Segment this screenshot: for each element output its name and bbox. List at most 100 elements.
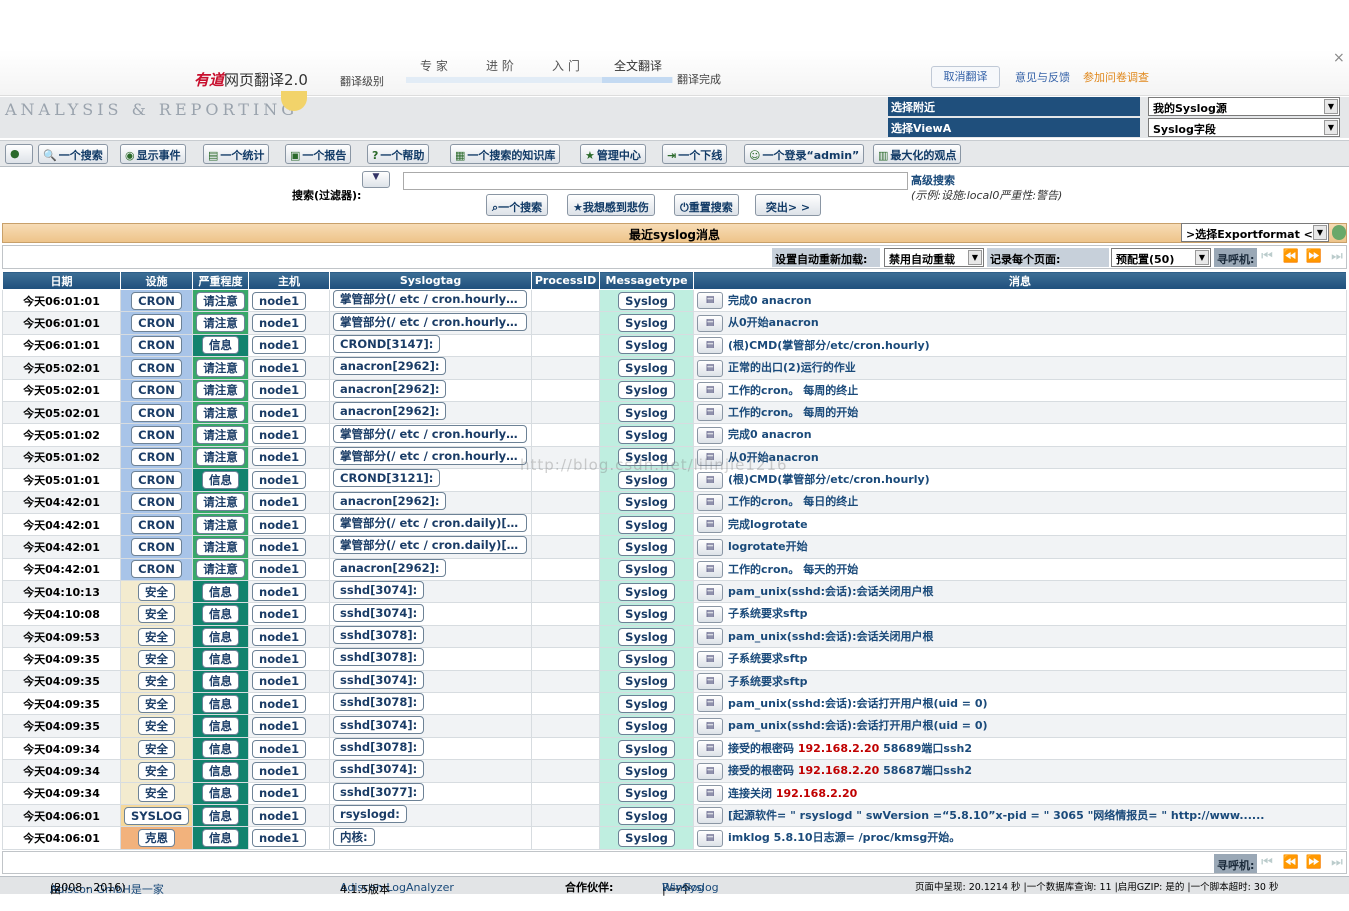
host-badge[interactable]: node1 — [252, 358, 307, 377]
export-icon[interactable] — [1332, 225, 1346, 240]
severity-badge[interactable]: 信息 — [202, 605, 240, 624]
message-text[interactable]: 接受的根密码 — [728, 764, 798, 777]
messagetype-badge[interactable]: Syslog — [618, 582, 675, 601]
host-badge[interactable]: node1 — [252, 806, 307, 825]
host-badge[interactable]: node1 — [252, 739, 307, 758]
syslogtag-badge[interactable]: sshd[3078]: — [333, 626, 425, 645]
help-button[interactable]: ? 一个帮助 — [367, 144, 430, 164]
details-icon[interactable]: ▤ — [697, 740, 724, 758]
messagetype-badge[interactable]: Syslog — [618, 537, 675, 556]
facility-badge[interactable]: CRON — [131, 470, 182, 489]
cancel-translation-button[interactable]: 取消翻译 — [931, 66, 1000, 88]
close-icon[interactable]: × — [1333, 50, 1345, 66]
message-text[interactable]: 工作的cron。 每日的终止 — [728, 495, 858, 508]
next-page-icon[interactable]: ⏩ — [1305, 854, 1323, 873]
messagetype-badge[interactable]: Syslog — [618, 649, 675, 668]
message-ip[interactable]: 192.168.2.20 — [798, 742, 879, 755]
col-severity[interactable]: 严重程度 — [192, 271, 250, 290]
syslogtag-badge[interactable]: anacron[2962]: — [333, 402, 447, 421]
host-badge[interactable]: node1 — [252, 784, 307, 803]
message-text[interactable]: imklog 5.8.10日志源= /proc/kmsg开始。 — [728, 831, 960, 844]
messagetype-badge[interactable]: Syslog — [618, 426, 675, 445]
facility-badge[interactable]: 安全 — [138, 784, 176, 803]
severity-badge[interactable]: 请注意 — [196, 403, 245, 422]
first-page-icon[interactable]: ⏮ — [1258, 248, 1276, 267]
details-icon[interactable]: ▤ — [697, 605, 724, 623]
syslogtag-badge[interactable]: anacron[2962]: — [333, 357, 447, 376]
survey-link[interactable]: 参加问卷调查 — [1083, 69, 1149, 85]
severity-badge[interactable]: 信息 — [202, 784, 240, 803]
facility-badge[interactable]: 克恩 — [138, 829, 176, 848]
syslogtag-badge[interactable]: sshd[3078]: — [333, 693, 425, 712]
details-icon[interactable]: ▤ — [697, 292, 724, 310]
search-input[interactable] — [403, 172, 908, 190]
level-expert[interactable]: 专 家 — [420, 57, 448, 74]
messagetype-badge[interactable]: Syslog — [618, 493, 675, 512]
advanced-search-link[interactable]: 高级搜索 — [911, 172, 955, 188]
next-page-icon[interactable]: ⏩ — [1305, 248, 1323, 267]
facility-badge[interactable]: 安全 — [138, 605, 176, 624]
details-icon[interactable]: ▤ — [697, 314, 724, 332]
prev-page-icon[interactable]: ⏪ — [1282, 248, 1300, 267]
facility-badge[interactable]: CRON — [131, 336, 182, 355]
message-text[interactable]: 子系统要求sftp — [728, 607, 807, 620]
severity-badge[interactable]: 请注意 — [196, 537, 245, 556]
severity-badge[interactable]: 请注意 — [196, 381, 245, 400]
messagetype-badge[interactable]: Syslog — [618, 605, 675, 624]
maximize-view-button[interactable]: ▥ 最大化的观点 — [873, 144, 962, 164]
syslogtag-badge[interactable]: sshd[3074]: — [333, 581, 425, 600]
message-text[interactable]: (根)CMD(掌管部分/etc/cron.hourly) — [728, 473, 930, 486]
col-processid[interactable]: ProcessID — [531, 271, 601, 290]
host-badge[interactable]: node1 — [252, 403, 307, 422]
host-badge[interactable]: node1 — [252, 448, 307, 467]
facility-badge[interactable]: 安全 — [138, 694, 176, 713]
facility-badge[interactable]: 安全 — [138, 672, 176, 691]
messagetype-badge[interactable]: Syslog — [618, 291, 675, 310]
col-syslogtag[interactable]: Syslogtag — [329, 271, 533, 290]
severity-badge[interactable]: 请注意 — [196, 314, 245, 333]
messagetype-badge[interactable]: Syslog — [618, 515, 675, 534]
autoreload-select[interactable]: 禁用自动重载 ▼ — [884, 248, 984, 267]
details-icon[interactable]: ▤ — [697, 717, 724, 735]
highlight-button[interactable]: 突出> > — [755, 194, 821, 216]
severity-badge[interactable]: 信息 — [202, 627, 240, 646]
facility-badge[interactable]: SYSLOG — [124, 806, 190, 825]
show-events-button[interactable]: ◉ 显示事件 — [120, 144, 186, 164]
details-icon[interactable]: ▤ — [697, 449, 724, 467]
host-badge[interactable]: node1 — [252, 426, 307, 445]
details-icon[interactable]: ▤ — [697, 493, 724, 511]
messagetype-badge[interactable]: Syslog — [618, 470, 675, 489]
host-badge[interactable]: node1 — [252, 537, 307, 556]
messagetype-badge[interactable]: Syslog — [618, 806, 675, 825]
syslogtag-badge[interactable]: anacron[2962]: — [333, 492, 447, 510]
facility-badge[interactable]: CRON — [131, 381, 182, 400]
message-text[interactable]: 完成0 anacron — [728, 428, 812, 441]
message-text[interactable]: 正常的出口(2)运行的作业 — [728, 361, 856, 374]
knowledge-base-button[interactable]: ▦ 一个搜索的知识库 — [450, 144, 561, 164]
host-badge[interactable]: node1 — [252, 336, 307, 355]
messagetype-badge[interactable]: Syslog — [618, 717, 675, 736]
prev-page-icon[interactable]: ⏪ — [1282, 854, 1300, 873]
reports-button[interactable]: ▣ 一个报告 — [285, 144, 352, 164]
col-date[interactable]: 日期 — [2, 271, 121, 290]
messagetype-badge[interactable]: Syslog — [618, 403, 675, 422]
last-page-icon[interactable]: ⏭ — [1328, 248, 1346, 267]
facility-badge[interactable]: CRON — [131, 314, 182, 333]
severity-badge[interactable]: 信息 — [202, 582, 240, 601]
syslogtag-badge[interactable]: anacron[2962]: — [333, 559, 447, 577]
message-text[interactable]: 工作的cron。 每周的终止 — [728, 384, 858, 397]
message-text[interactable]: pam_unix(sshd:会话):会话关闭用户根 — [728, 585, 933, 598]
severity-badge[interactable]: 信息 — [202, 649, 240, 668]
facility-badge[interactable]: CRON — [131, 426, 182, 445]
message-text[interactable]: 连接关闭 — [728, 787, 776, 800]
feeling-lucky-button[interactable]: ★我想感到悲伤 — [567, 194, 655, 216]
details-icon[interactable]: ▤ — [697, 337, 724, 355]
host-badge[interactable]: node1 — [252, 717, 307, 736]
messagetype-badge[interactable]: Syslog — [618, 739, 675, 758]
details-icon[interactable]: ▤ — [697, 583, 724, 601]
messagetype-badge[interactable]: Syslog — [618, 314, 675, 333]
messagetype-badge[interactable]: Syslog — [618, 784, 675, 803]
host-badge[interactable]: node1 — [252, 493, 307, 512]
syslogtag-badge[interactable]: sshd[3077]: — [333, 783, 425, 801]
first-page-icon[interactable]: ⏮ — [1258, 854, 1276, 873]
